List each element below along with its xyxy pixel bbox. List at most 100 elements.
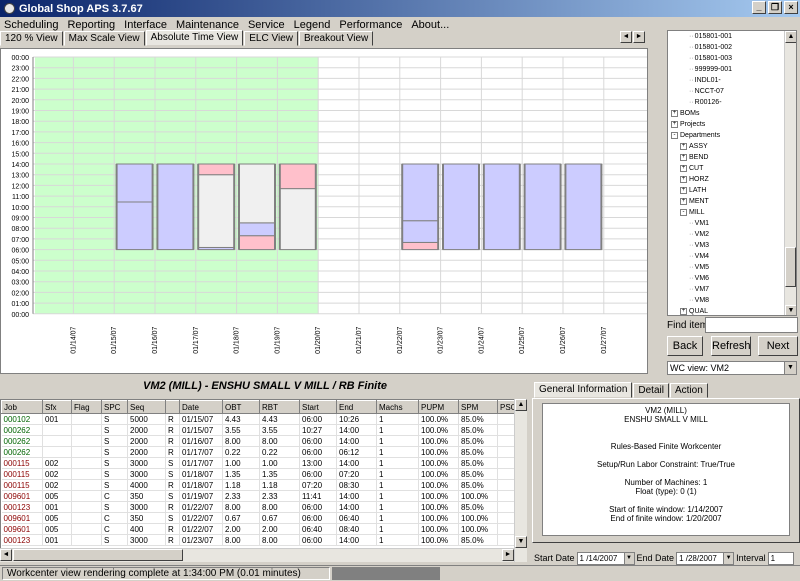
column-header[interactable]: OBT [222, 400, 260, 414]
tree-item[interactable]: + HORZ [680, 175, 709, 185]
tree-item[interactable]: + BOMs [671, 109, 699, 119]
next-button[interactable]: Next [758, 336, 798, 356]
chevron-down-icon[interactable]: ▼ [784, 362, 796, 374]
tree-item[interactable]: ··VM8 [689, 296, 709, 306]
column-header[interactable]: Job [1, 400, 43, 414]
menu-service[interactable]: Service [248, 19, 285, 31]
tree-item[interactable]: ··999999-001 [689, 65, 732, 75]
tab-max-scale-view[interactable]: Max Scale View [63, 31, 145, 46]
tree-item[interactable]: + QUAL [680, 307, 708, 315]
menu-performance[interactable]: Performance [339, 19, 402, 31]
tree-scroll-thumb[interactable] [785, 247, 796, 287]
info-tab-detail[interactable]: Detail [633, 383, 669, 398]
tree-item[interactable]: - Departments [671, 131, 720, 141]
tree-item[interactable]: + ASSY [680, 142, 708, 152]
tree-item[interactable]: ··VM5 [689, 263, 709, 273]
minimize-button[interactable]: _ [752, 1, 766, 14]
back-button[interactable]: Back [667, 336, 703, 356]
tree-scrollbar[interactable]: ▲ ▼ [784, 31, 796, 315]
table-row[interactable]: 000115 002 S 3000 S 01/18/07 1.35 1.35 06:00 07:2… [1, 468, 516, 480]
expand-icon[interactable]: + [680, 164, 687, 172]
tree-item[interactable]: ··VM1 [689, 219, 709, 229]
table-row[interactable]: 009601 005 C 350 S 01/22/07 0.67 0.67 06:00 06:40… [1, 512, 516, 524]
find-item-input[interactable] [705, 317, 798, 333]
expand-icon[interactable]: + [680, 197, 687, 205]
tree-scroll-down-icon[interactable]: ▼ [785, 305, 796, 315]
refresh-button[interactable]: Refresh [711, 336, 751, 356]
column-header[interactable]: SPM [458, 400, 498, 414]
tree-item[interactable]: + Projects [671, 120, 705, 130]
table-row[interactable]: 000123 001 S 3000 R 01/22/07 8.00 8.00 06:00 14:0… [1, 501, 516, 513]
column-header[interactable]: Sfx [42, 400, 72, 414]
menu-about[interactable]: About... [411, 19, 449, 31]
tree-item[interactable]: - MILL [680, 208, 705, 218]
grid-vertical-scrollbar[interactable]: ▲ ▼ [514, 399, 527, 562]
table-row[interactable]: 000115 002 S 4000 R 01/18/07 1.18 1.18 07:20 08:3… [1, 479, 516, 491]
table-row[interactable]: 000102 001 S 5000 R 01/15/07 4.43 4.43 06:00 10:2… [1, 413, 516, 425]
menu-interface[interactable]: Interface [124, 19, 167, 31]
restore-button[interactable]: ❐ [768, 1, 782, 14]
grid-horizontal-scrollbar[interactable]: ◄ ► [0, 548, 514, 562]
table-row[interactable]: 000115 002 S 3000 S 01/17/07 1.00 1.00 13:00 14:0… [1, 457, 516, 469]
column-header[interactable]: Date [179, 400, 223, 414]
tab-scroll-left-icon[interactable]: ◄ [620, 31, 632, 43]
tree-item[interactable]: ··VM2 [689, 230, 709, 240]
interval-input[interactable]: 1 [767, 551, 794, 565]
table-row[interactable]: 009601 005 C 350 S 01/19/07 2.33 2.33 11:41 14:00… [1, 490, 516, 502]
column-header[interactable]: PSC [497, 400, 516, 414]
column-header[interactable]: RBT [259, 400, 300, 414]
tab-breakout-view[interactable]: Breakout View [298, 31, 374, 46]
column-header[interactable]: Flag [71, 400, 102, 414]
tree-item[interactable]: ··015801-002 [689, 43, 732, 53]
grid-scroll-right-icon[interactable]: ► [502, 549, 514, 561]
column-header[interactable]: SPC [101, 400, 128, 414]
tree-item[interactable]: ··015801-001 [689, 32, 732, 42]
tree-item[interactable]: ··VM7 [689, 285, 709, 295]
chevron-down-icon[interactable]: ▼ [723, 552, 734, 564]
grid-scroll-up-icon[interactable]: ▲ [515, 399, 527, 411]
column-header[interactable]: End [336, 400, 377, 414]
tree-item[interactable]: ··INDL01- [689, 76, 721, 86]
table-row[interactable]: 000262 S 2000 R 01/17/07 0.22 0.22 06:00 06:12 1 1… [1, 446, 516, 458]
tree-item[interactable]: ··NCCT-07 [689, 87, 724, 97]
tree-scroll-up-icon[interactable]: ▲ [785, 31, 796, 43]
end-date-picker[interactable]: 1 /28/2007 ▼ [676, 551, 735, 565]
grid-scroll-thumb[interactable] [13, 549, 183, 561]
tree-item[interactable]: ··VM3 [689, 241, 709, 251]
info-tab-general-information[interactable]: General Information [534, 382, 633, 398]
collapse-icon[interactable]: - [671, 131, 678, 139]
table-row[interactable]: 000262 S 2000 R 01/16/07 8.00 8.00 06:00 14:00 1 1… [1, 435, 516, 447]
table-row[interactable]: 000262 S 2000 R 01/15/07 3.55 3.55 10:27 14:00 1 1… [1, 424, 516, 436]
tab-120-view[interactable]: 120 % View [0, 31, 63, 46]
close-button[interactable]: × [784, 1, 798, 14]
tree-item[interactable]: ··VM6 [689, 274, 709, 284]
expand-icon[interactable]: + [680, 175, 687, 183]
grid-scroll-down-icon[interactable]: ▼ [515, 536, 527, 548]
collapse-icon[interactable]: - [680, 208, 687, 216]
expand-icon[interactable]: + [680, 153, 687, 161]
table-row[interactable]: 000123 001 S 3000 R 01/23/07 8.00 8.00 06:00 14:0… [1, 534, 516, 546]
tree-item[interactable]: ··VM4 [689, 252, 709, 262]
column-header[interactable]: PUPM [418, 400, 459, 414]
tree-item[interactable]: + BEND [680, 153, 708, 163]
tab-elc-view[interactable]: ELC View [244, 31, 298, 46]
column-header[interactable] [165, 400, 180, 414]
menu-maintenance[interactable]: Maintenance [176, 19, 239, 31]
wc-view-select[interactable]: WC view: VM2 ▼ [667, 361, 797, 375]
expand-icon[interactable]: + [680, 307, 687, 315]
tab-absolute-time-view[interactable]: Absolute Time View [145, 30, 244, 46]
tree-item[interactable]: ··R00126- [689, 98, 722, 108]
column-header[interactable]: Start [299, 400, 337, 414]
tree-item[interactable]: + CUT [680, 164, 703, 174]
grid-scroll-left-icon[interactable]: ◄ [0, 549, 12, 561]
table-row[interactable]: 009601 005 C 400 R 01/22/07 2.00 2.00 06:40 08:40… [1, 523, 516, 535]
expand-icon[interactable]: + [680, 142, 687, 150]
tab-scroll-right-icon[interactable]: ► [633, 31, 645, 43]
info-tab-action[interactable]: Action [669, 383, 708, 398]
tree-item[interactable]: ··015801-003 [689, 54, 732, 64]
expand-icon[interactable]: + [671, 109, 678, 117]
column-header[interactable]: Machs [376, 400, 419, 414]
menu-scheduling[interactable]: Scheduling [4, 19, 58, 31]
column-header[interactable]: Seq [127, 400, 166, 414]
menu-reporting[interactable]: Reporting [67, 19, 115, 31]
